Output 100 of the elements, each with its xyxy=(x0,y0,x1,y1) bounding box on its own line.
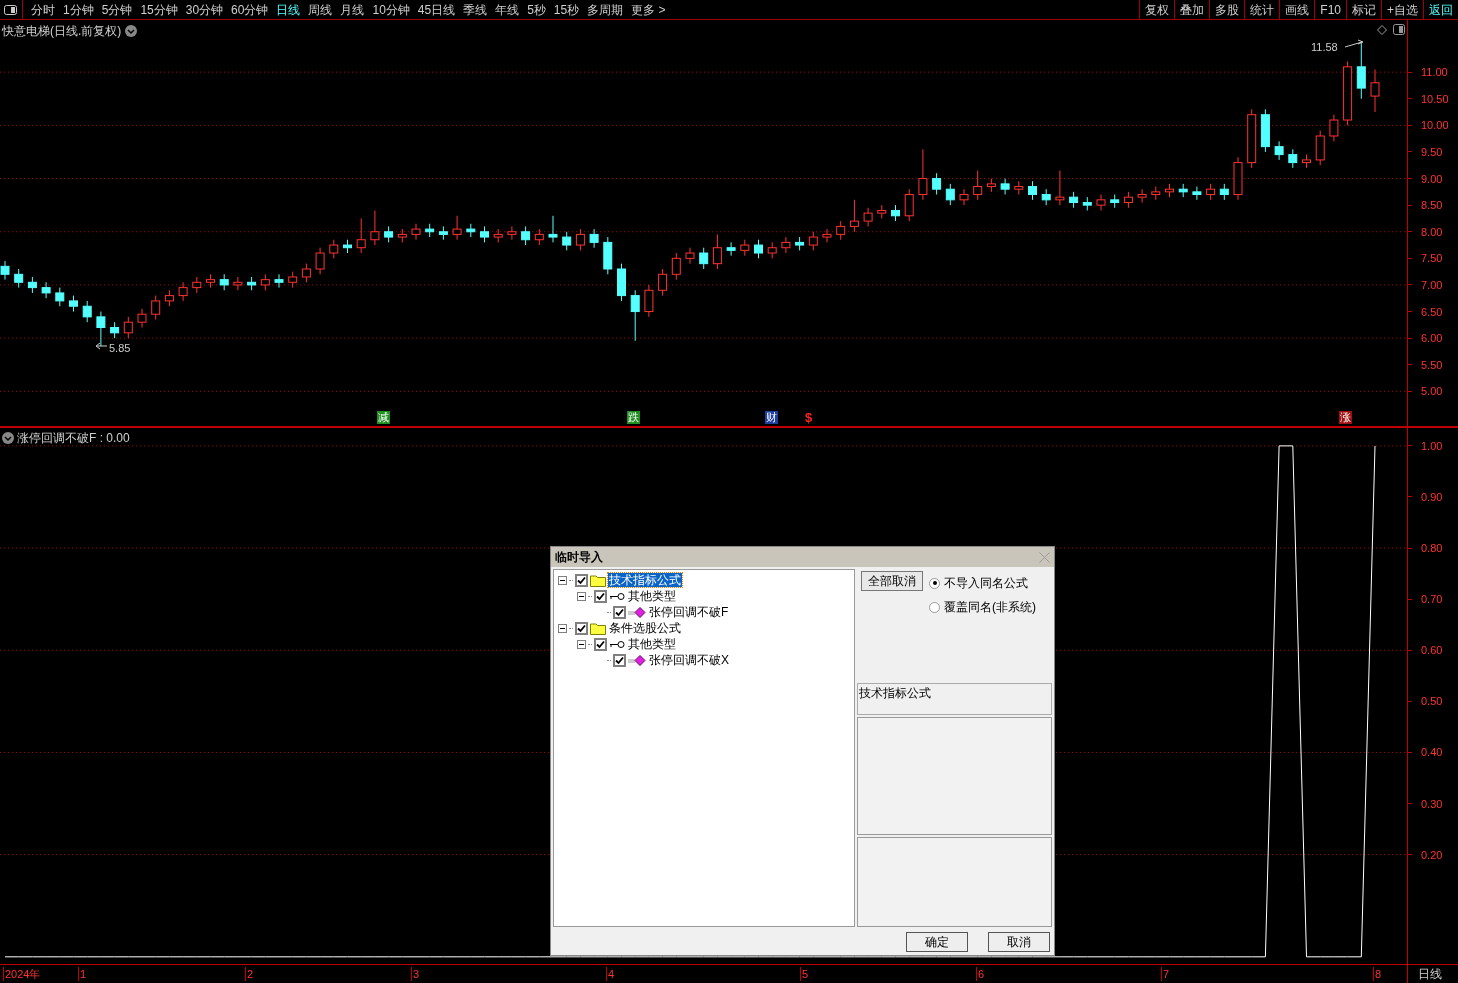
candle xyxy=(55,287,65,307)
toolbar-button[interactable]: F10 xyxy=(1314,0,1346,19)
toolbar-button[interactable]: 标记 xyxy=(1346,0,1381,19)
candle xyxy=(384,225,394,243)
period-tab[interactable]: 60分钟 xyxy=(227,0,273,19)
date-label: 3 xyxy=(411,967,420,981)
deselect-all-button[interactable]: 全部取消 xyxy=(861,571,923,591)
period-tab[interactable]: 45日线 xyxy=(413,0,460,19)
checkbox[interactable] xyxy=(575,573,588,587)
candle xyxy=(671,252,681,281)
date-label: 6 xyxy=(976,967,985,981)
period-tab[interactable]: 季线 xyxy=(459,0,492,19)
candle xyxy=(260,273,270,291)
collapse-icon[interactable] xyxy=(577,639,586,649)
candle xyxy=(123,316,133,339)
collapse-icon[interactable] xyxy=(558,575,567,585)
checkbox[interactable] xyxy=(575,621,588,635)
candle xyxy=(1000,178,1010,195)
period-tab[interactable]: 多周期 xyxy=(583,0,628,19)
tree-item[interactable]: 张停回调不破X xyxy=(648,653,730,667)
event-marker[interactable]: 财 xyxy=(765,411,778,424)
checkbox[interactable] xyxy=(594,637,607,651)
diamond-icon xyxy=(628,606,646,618)
candle xyxy=(1123,191,1133,209)
toolbar-button[interactable]: 复权 xyxy=(1139,0,1175,19)
event-marker[interactable]: 跌 xyxy=(627,411,640,424)
price-tick-label: 11.00 xyxy=(1421,65,1448,80)
event-marker[interactable]: 涨 xyxy=(1339,411,1352,424)
price-tick-label: 5.50 xyxy=(1421,357,1443,372)
radio-button[interactable] xyxy=(929,601,940,613)
option-label[interactable]: 覆盖同名(非系统) xyxy=(944,598,1036,616)
price-tick-label: 10.50 xyxy=(1421,91,1449,106)
collapse-icon[interactable] xyxy=(558,623,567,633)
toolbar-button[interactable]: 统计 xyxy=(1244,0,1280,19)
period-tab[interactable]: 15秒 xyxy=(549,0,584,19)
tree-item[interactable]: 其他类型 xyxy=(627,589,677,603)
candle xyxy=(27,276,37,294)
chart-title: 快意电梯(日线.前复权) xyxy=(2,23,122,40)
period-tab[interactable]: 10分钟 xyxy=(368,0,414,19)
indicator-tick-label: 0.90 xyxy=(1421,489,1443,504)
candle xyxy=(480,225,489,243)
period-tab[interactable]: 1分钟 xyxy=(59,0,98,19)
checkbox[interactable] xyxy=(613,653,626,667)
candle xyxy=(1219,183,1229,201)
candle xyxy=(849,199,859,233)
toolbar-button[interactable]: 画线 xyxy=(1279,0,1315,19)
toolbar-button[interactable]: 叠加 xyxy=(1174,0,1210,19)
tree-item[interactable]: 张停回调不破F xyxy=(648,605,730,619)
toolbar-button[interactable]: 多股 xyxy=(1209,0,1245,19)
price-tick-label: 6.50 xyxy=(1421,304,1443,319)
period-tab[interactable]: 月线 xyxy=(336,0,369,19)
tree-item[interactable]: 技术指标公式 xyxy=(608,573,682,587)
period-tab[interactable]: 周线 xyxy=(304,0,337,19)
candle xyxy=(192,276,202,294)
candle xyxy=(877,204,887,219)
period-tab[interactable]: 日线 xyxy=(272,0,305,19)
checkbox[interactable] xyxy=(594,589,607,603)
indicator-tick-label: 1.00 xyxy=(1421,438,1443,453)
panel-toggle-icon[interactable] xyxy=(2,2,20,17)
period-label: 日线 xyxy=(1418,966,1442,983)
event-marker[interactable]: $ xyxy=(804,411,814,424)
candle xyxy=(1178,183,1188,198)
dialog-button[interactable]: 取消 xyxy=(988,932,1050,952)
toolbar-button[interactable]: 返回 xyxy=(1423,0,1458,19)
collapse-icon[interactable] xyxy=(577,591,586,601)
candle xyxy=(397,228,407,243)
panel-toggle-icon[interactable] xyxy=(1393,24,1405,35)
price-tick-label: 9.50 xyxy=(1421,144,1443,159)
candle xyxy=(740,239,750,257)
candle xyxy=(863,207,873,227)
period-tab[interactable]: 年线 xyxy=(491,0,524,19)
radio-button[interactable] xyxy=(929,577,940,589)
candle xyxy=(1110,194,1120,209)
tree-item[interactable]: 条件选股公式 xyxy=(608,621,682,635)
checkbox[interactable] xyxy=(613,605,626,619)
indicator-tick-label: 0.70 xyxy=(1421,592,1443,607)
leader-line xyxy=(95,342,108,350)
period-tab[interactable]: 15分钟 xyxy=(136,0,182,19)
option-label[interactable]: 不导入同名公式 xyxy=(944,574,1028,592)
candle xyxy=(1082,196,1092,211)
price-tick-label: 10.00 xyxy=(1421,118,1449,133)
candle xyxy=(1260,108,1270,153)
toolbar-button[interactable]: +自选 xyxy=(1381,0,1423,19)
candle xyxy=(1356,40,1366,100)
event-marker[interactable]: 减 xyxy=(377,411,390,424)
dialog-button[interactable]: 确定 xyxy=(906,932,968,952)
period-tab[interactable]: 5秒 xyxy=(523,0,550,19)
dropdown-icon[interactable] xyxy=(2,432,14,444)
candle xyxy=(795,236,805,251)
candle xyxy=(1192,186,1202,201)
period-tab[interactable]: 5分钟 xyxy=(97,0,137,19)
period-tab[interactable]: 更多 > xyxy=(627,0,670,19)
candle xyxy=(534,228,544,246)
candle xyxy=(1151,186,1161,201)
candle xyxy=(986,178,996,193)
period-tab[interactable]: 分时 xyxy=(27,0,59,19)
dropdown-icon[interactable] xyxy=(125,25,138,37)
tree-item[interactable]: 其他类型 xyxy=(627,637,677,651)
candle xyxy=(137,308,147,328)
period-tab[interactable]: 30分钟 xyxy=(181,0,228,19)
